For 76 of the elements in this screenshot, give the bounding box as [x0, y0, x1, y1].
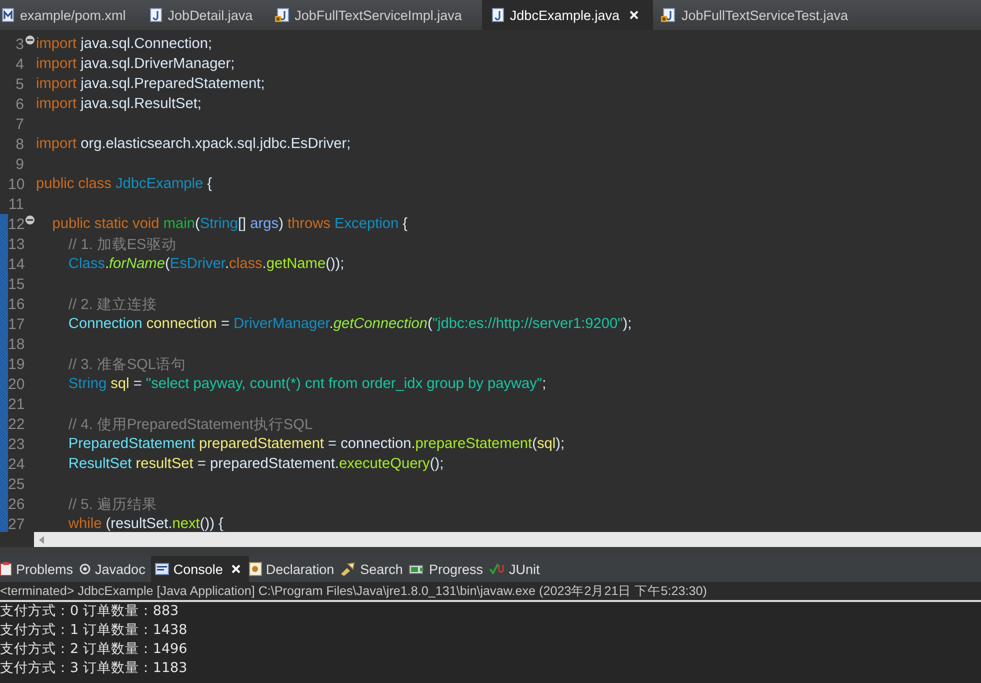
line-number: 24 [8, 456, 24, 472]
code-line: public static void main(String[] args) throws Exception { [51, 216, 408, 232]
code-line: import org.elasticsearch.xpack.sql.jdbc.EsDriver; [36, 136, 351, 152]
line-number: 12 [8, 216, 24, 232]
clipboard-icon [0, 562, 12, 576]
line-number: 26 [8, 496, 24, 512]
code-line: // 4. 使用PreparedStatement执行SQL [67, 416, 313, 434]
line-number: 7 [14, 116, 24, 132]
editor-tab[interactable]: JobDetail.java [146, 0, 267, 30]
view-tab[interactable]: Search [340, 556, 409, 582]
console-icon [155, 563, 170, 575]
code-line: // 2. 建立连接 [67, 296, 157, 314]
flashlight-icon [340, 562, 356, 576]
code-line: import java.sql.DriverManager; [36, 56, 235, 72]
line-number: 9 [14, 156, 24, 172]
line-number: 16 [8, 296, 24, 312]
line-number: 18 [8, 336, 24, 352]
line-number: 14 [8, 256, 24, 272]
view-tab[interactable]: Declaration [248, 556, 340, 582]
code-line: String sql = "select payway, count(*) cnt from order_idx group by payway"; [67, 376, 546, 392]
view-tab[interactable]: Javadoc [79, 556, 152, 582]
console-output-line: 支付方式：2 订单数量：1496 [0, 640, 188, 659]
java-file-icon [490, 8, 504, 22]
horizontal-scrollbar[interactable] [34, 532, 981, 547]
code-line: PreparedStatement preparedStatement = connection.prepareStatement(sql); [67, 436, 565, 452]
console-header: <terminated> JdbcExample [Java Application] C:\Program Files\Java\jre1.8.0_131\bin\javaw.exe (2023年2月21日 下午5:23:30) [0, 582, 707, 600]
code-line: import java.sql.Connection; [36, 36, 212, 52]
close-icon[interactable] [629, 10, 640, 20]
java-file-icon [148, 8, 162, 22]
code-line: while (resultSet.next()) { [67, 516, 224, 532]
editor-tab[interactable]: JobFullTextServiceTest.java [659, 0, 862, 30]
progress-icon [408, 563, 425, 575]
document-icon [248, 562, 262, 576]
line-number: 27 [8, 516, 24, 532]
collapse-icon[interactable] [25, 215, 35, 225]
code-line: import java.sql.PreparedStatement; [36, 76, 265, 92]
code-line: Class.forName(EsDriver.class.getName()); [67, 256, 344, 272]
junit-icon [488, 562, 505, 576]
line-number: 13 [8, 236, 24, 252]
code-line: Connection connection = DriverManager.getConnection("jdbc:es://http://server1:9200"); [67, 316, 632, 332]
collapse-icon[interactable] [25, 35, 35, 45]
console-output-line: 支付方式：3 订单数量：1183 [0, 659, 188, 678]
code-line: // 3. 准备SQL语句 [67, 356, 186, 374]
line-number: 23 [8, 436, 24, 452]
java-file-lock-icon [274, 8, 289, 22]
line-number: 19 [8, 356, 24, 372]
line-number: 3 [14, 36, 24, 52]
line-number: 4 [14, 56, 24, 72]
view-tab[interactable]: Console [151, 556, 249, 582]
console-output-line: 支付方式：1 订单数量：1438 [0, 621, 188, 640]
editor-tab[interactable]: JdbcExample.java [482, 0, 654, 30]
line-number: 20 [8, 376, 24, 392]
line-number: 5 [14, 76, 24, 92]
java-file-lock-icon [661, 8, 676, 22]
code-line: public class JdbcExample { [36, 176, 212, 192]
close-icon[interactable] [230, 564, 241, 574]
line-number: 17 [8, 316, 24, 332]
line-number: 8 [14, 136, 24, 152]
code-line: import java.sql.ResultSet; [36, 96, 202, 112]
code-line: // 1. 加载ES驱动 [67, 236, 176, 254]
editor-tab[interactable]: JobFullTextServiceImpl.java [272, 0, 476, 30]
view-tab[interactable]: JUnit [488, 556, 546, 582]
code-line: // 5. 遍历结果 [67, 496, 157, 514]
line-number: 25 [8, 476, 24, 492]
console-output-line: 支付方式：0 订单数量：883 [0, 602, 180, 621]
code-line: ResultSet resultSet = preparedStatement.executeQuery(); [67, 456, 444, 472]
view-tab[interactable]: Problems [0, 556, 80, 582]
maven-file-icon [2, 8, 14, 22]
line-number: 6 [14, 96, 24, 112]
line-number: 21 [8, 396, 24, 412]
line-number: 22 [8, 416, 24, 432]
editor-tab[interactable]: example/pom.xml [0, 0, 140, 30]
line-number: 11 [8, 196, 24, 212]
line-number: 15 [8, 276, 24, 292]
line-number: 10 [8, 176, 24, 192]
view-tab[interactable]: Progress [408, 556, 489, 582]
